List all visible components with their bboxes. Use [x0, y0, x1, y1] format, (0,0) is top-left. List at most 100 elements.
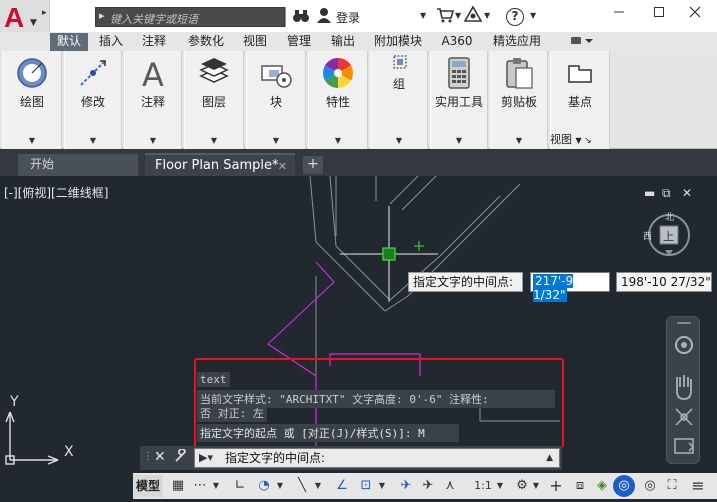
fullscreen-icon[interactable]: ⛶ — [661, 475, 683, 497]
chevron-down-icon: ▼ — [455, 136, 463, 145]
quick-properties-icon[interactable]: ⧈ — [569, 475, 591, 497]
cart-icon[interactable] — [436, 7, 455, 27]
object-snap-tracking-icon[interactable]: ∠ — [331, 475, 353, 497]
view-panel-dropdown[interactable]: 视图 ▼ ↘ — [550, 131, 608, 149]
chevron-down-icon[interactable]: ▼ — [455, 11, 461, 20]
recent-commands-icon[interactable]: ▲ — [546, 449, 553, 467]
status-bar-tray: 模型 ▦ ⋯ ▼ ∟ ◔ ▼ ╲ ▼ ∠ ⊡ ▼ ✈ ✈ ⋏ 1:1 ▼ ⚙ ▼… — [133, 473, 717, 499]
clipboard-icon — [506, 58, 533, 89]
user-icon[interactable] — [316, 7, 332, 27]
move-icon — [80, 60, 106, 86]
customization-menu-icon[interactable]: ≡ — [685, 475, 711, 497]
snap-icon[interactable]: ⋯ — [189, 475, 211, 497]
clean-screen-icon[interactable]: ◎ — [639, 475, 661, 497]
grid-icon[interactable]: ▦ — [167, 475, 189, 497]
chevron-down-icon[interactable]: ▼ — [420, 11, 426, 20]
chevron-down-icon[interactable]: ▼ — [377, 475, 387, 497]
tab-addins[interactable]: 附加模块 — [368, 33, 428, 51]
layers-button[interactable]: 图层 ▼ — [184, 51, 244, 149]
chevron-down-icon: ▼ — [210, 136, 218, 145]
chevron-down-icon[interactable]: ▼ — [211, 475, 221, 497]
ortho-icon[interactable]: ∟ — [229, 475, 251, 497]
quick-access-expand-icon[interactable]: ▸ — [42, 8, 47, 18]
tab-parametric[interactable]: 参数化 — [182, 33, 230, 51]
polar-icon[interactable]: ◔ — [253, 475, 275, 497]
chevron-down-icon[interactable]: ▼ — [484, 11, 490, 20]
chevron-down-icon[interactable]: ▼ — [530, 11, 536, 20]
scale-selector[interactable]: 1:1 — [471, 475, 495, 497]
tab-annotate[interactable]: 注释 — [136, 33, 172, 51]
login-link[interactable]: 登录 — [336, 9, 360, 26]
a360-share-icon[interactable] — [463, 5, 483, 26]
text-a-icon: A — [142, 56, 164, 90]
dynamic-input-y-field[interactable]: 198'-10 27/32" — [616, 272, 712, 292]
wrench-icon[interactable] — [174, 448, 188, 467]
annotation-visibility-icon[interactable]: ✈ — [395, 475, 417, 497]
viewcube-top-face[interactable]: 上 — [663, 228, 674, 244]
annotation-scale-icon[interactable]: ⋏ — [439, 475, 461, 497]
tab-a360[interactable]: A360 — [437, 33, 477, 51]
chevron-down-icon: ▼ — [28, 136, 36, 145]
drawing-canvas[interactable]: Y X [-][俯视][二维线框] ▬ ⧉ ✕ 北 西 上 指定文字的中间点: … — [0, 176, 717, 470]
object-snap-icon[interactable]: ⊡ — [355, 475, 377, 497]
search-expand-icon[interactable]: ▸ — [99, 9, 105, 22]
command-input-text: 指定文字的中间点: — [225, 451, 326, 465]
viewcube[interactable]: 北 西 上 — [643, 212, 692, 258]
draw-button[interactable]: 绘图 ▼ — [2, 51, 62, 149]
navigation-bar-icons — [674, 322, 695, 454]
model-space-button[interactable]: 模型 — [133, 475, 163, 497]
calculator-icon — [448, 57, 470, 89]
tab-start[interactable]: 开始 — [18, 154, 138, 176]
dynamic-input-x-field[interactable]: 217'-9 1/32" — [530, 272, 610, 302]
tab-output[interactable]: 输出 — [325, 33, 361, 51]
command-input[interactable]: ▶▾ 指定文字的中间点: ▲ — [194, 448, 560, 468]
close-button[interactable] — [672, 0, 717, 30]
command-line: ⋮⋮ ✕ ▶▾ 指定文字的中间点: ▲ — [140, 446, 562, 470]
block-button[interactable]: 块 ▼ — [246, 51, 306, 149]
tab-home[interactable]: 默认 — [50, 33, 88, 51]
chevron-down-icon[interactable]: ▼ — [495, 475, 505, 497]
highlight-annotation — [194, 358, 564, 448]
new-tab-button[interactable]: + — [303, 156, 323, 174]
status-bar: 模型 ▦ ⋯ ▼ ∟ ◔ ▼ ╲ ▼ ∠ ⊡ ▼ ✈ ✈ ⋏ 1:1 ▼ ⚙ ▼… — [0, 470, 717, 502]
properties-button[interactable]: 特性 ▼ — [308, 51, 368, 149]
search-input[interactable]: ▸ 键入关键字或短语 — [95, 7, 285, 27]
ribbon-minimize-toggle[interactable] — [568, 35, 598, 49]
chevron-down-icon[interactable]: ▼ — [275, 475, 285, 497]
viewport-controls-label[interactable]: [-][俯视][二维线框] — [4, 184, 108, 201]
autocad-logo-icon: A — [4, 2, 25, 33]
gear-icon[interactable]: ⚙ — [511, 475, 533, 497]
chevron-down-icon[interactable]: ▼ — [313, 475, 323, 497]
tab-featured-apps[interactable]: 精选应用 — [486, 33, 548, 51]
restore-viewport-icon[interactable]: ⧉ — [662, 186, 671, 201]
chevron-down-icon: ▼ — [575, 136, 585, 145]
clipboard-button[interactable]: 剪贴板 ▼ — [490, 51, 548, 149]
plus-icon[interactable]: + — [545, 475, 567, 497]
tab-floor-plan[interactable]: Floor Plan Sample* ✕ — [145, 153, 295, 176]
help-icon[interactable]: ? — [506, 8, 524, 26]
auto-scale-icon[interactable]: ✈ — [417, 475, 439, 497]
isodraft-icon[interactable]: ╲ — [291, 475, 313, 497]
tab-view[interactable]: 视图 — [238, 33, 272, 51]
utilities-button[interactable]: 实用工具 ▼ — [430, 51, 488, 149]
group-button[interactable]: 组 ▼ — [370, 51, 428, 149]
chevron-down-icon: ▼ — [515, 136, 523, 145]
chevron-down-icon: ▼ — [395, 136, 403, 145]
file-tab-bar: 开始 Floor Plan Sample* ✕ + — [0, 149, 717, 176]
modify-button[interactable]: 修改 ▼ — [64, 51, 122, 149]
binoculars-icon[interactable] — [292, 8, 310, 28]
tab-manage[interactable]: 管理 — [281, 33, 317, 51]
tab-insert[interactable]: 插入 — [93, 33, 129, 51]
chevron-down-icon[interactable]: ▼ — [531, 475, 541, 497]
dialog-launcher-icon[interactable]: ↘ — [584, 136, 592, 146]
hardware-acceleration-icon[interactable]: ◎ — [613, 475, 635, 497]
close-viewport-icon[interactable]: ✕ — [682, 186, 692, 200]
isolate-objects-icon[interactable]: ◈ — [591, 475, 613, 497]
close-icon[interactable]: ✕ — [278, 156, 287, 177]
insert-block-icon — [261, 65, 292, 88]
draw-circle-icon — [17, 58, 47, 88]
chevron-down-icon: ▼ — [149, 136, 157, 145]
close-icon[interactable]: ✕ — [154, 449, 166, 465]
annotation-button[interactable]: A 注释 ▼ — [124, 51, 182, 149]
minimize-viewport-icon[interactable]: ▬ — [644, 186, 655, 200]
